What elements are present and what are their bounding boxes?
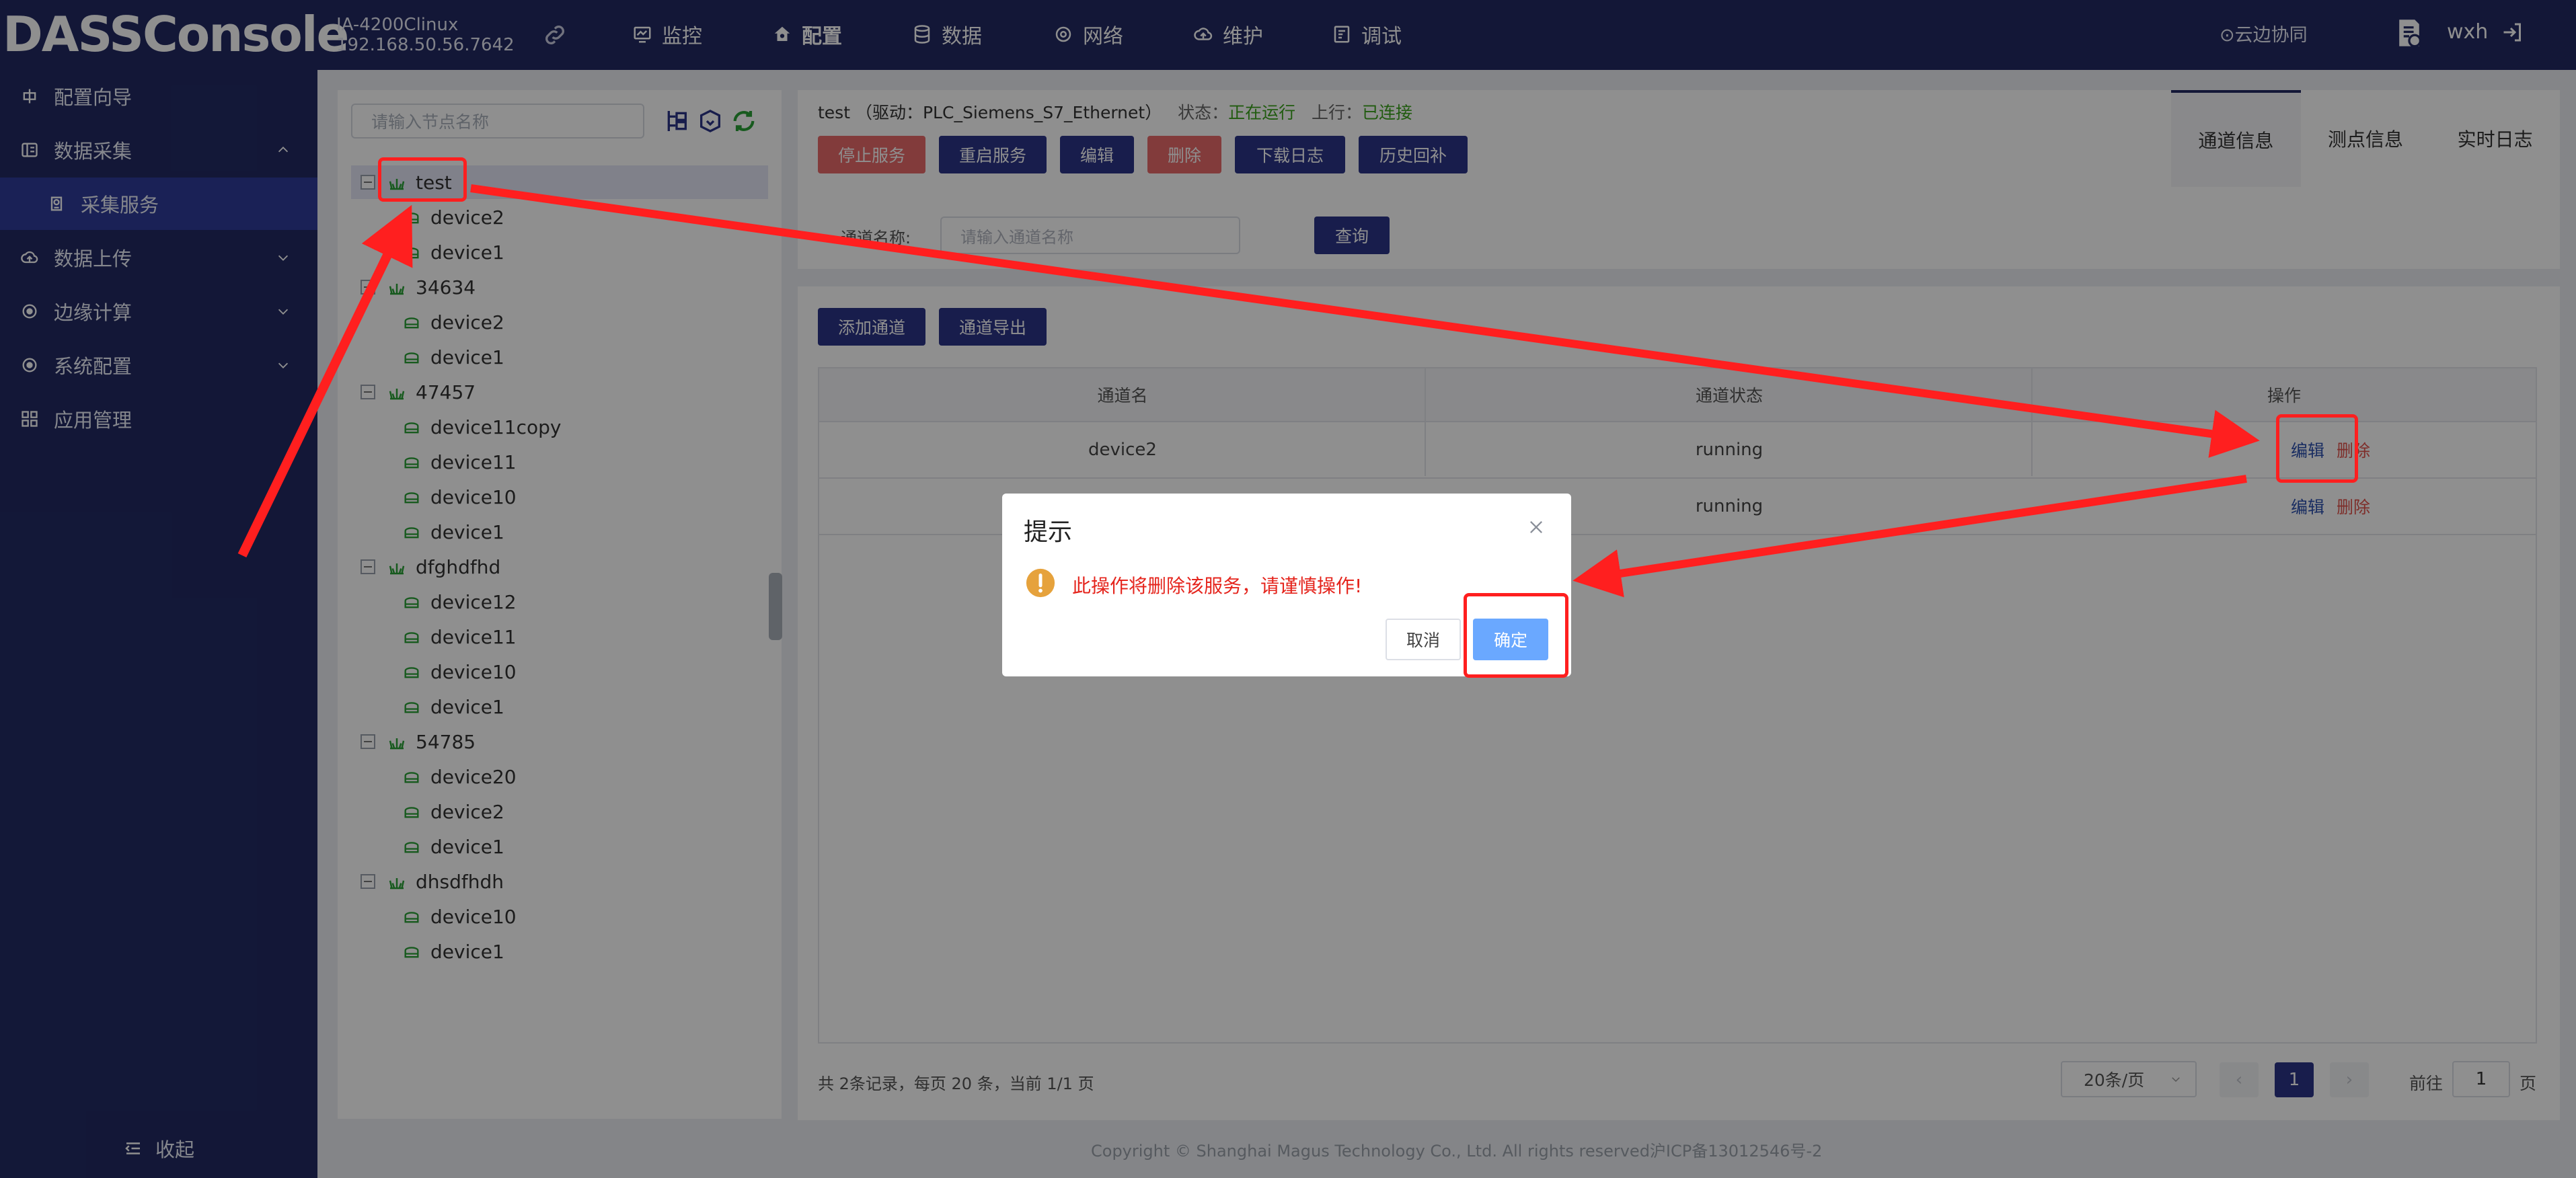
warning-icon bbox=[1026, 568, 1055, 598]
close-icon[interactable] bbox=[1527, 518, 1546, 537]
dialog-title: 提示 bbox=[1024, 518, 1073, 546]
dialog-message: 此操作将删除该服务，请谨慎操作! bbox=[1072, 575, 1363, 597]
highlight-box-tree-test bbox=[378, 157, 467, 202]
highlight-box-confirm bbox=[1464, 593, 1568, 678]
highlight-box-delete bbox=[2276, 414, 2358, 483]
cancel-button[interactable]: 取消 bbox=[1386, 619, 1461, 660]
